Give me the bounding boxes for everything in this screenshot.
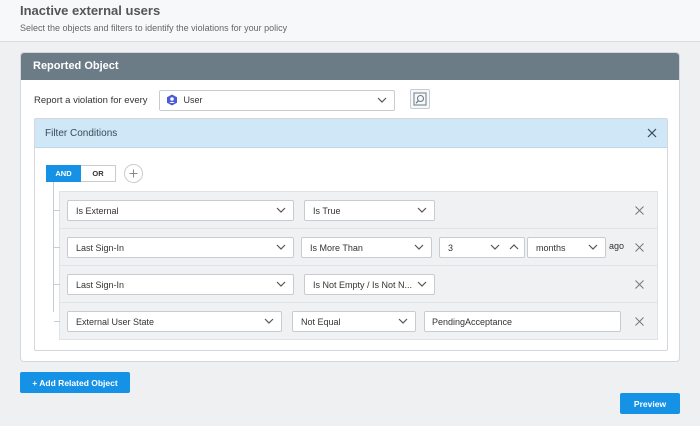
condition-operator-select[interactable]: Not Equal <box>292 311 416 332</box>
chevron-down-icon <box>417 281 427 287</box>
remove-condition-icon[interactable] <box>635 280 644 289</box>
tree-branch <box>54 247 60 248</box>
condition-row: Last Sign-In Is More Than 3 months ago <box>54 229 657 266</box>
tree-branch <box>54 210 60 211</box>
condition-field-value: Last Sign-In <box>76 242 125 253</box>
condition-operator-select[interactable]: Is True <box>304 200 435 221</box>
condition-unit-value: months <box>536 242 566 253</box>
condition-value: 3 <box>448 242 454 253</box>
filter-conditions-header: Filter Conditions <box>35 119 667 148</box>
condition-operator-value: Is Not Empty / Is Not N... <box>313 279 413 290</box>
logic-operator-toggle: AND OR <box>46 165 116 182</box>
tree-branch <box>54 321 60 322</box>
condition-suffix: ago <box>609 241 625 251</box>
report-label: Report a violation for every <box>34 94 148 106</box>
condition-field-value: External User State <box>76 316 155 327</box>
add-related-object-button[interactable]: + Add Related Object <box>20 372 130 393</box>
condition-field-select[interactable]: Last Sign-In <box>67 274 294 295</box>
chevron-down-icon <box>264 318 274 324</box>
page-title: Inactive external users <box>20 3 161 18</box>
condition-value-input[interactable]: PendingAcceptance <box>424 311 621 332</box>
condition-operator-select[interactable]: Is Not Empty / Is Not N... <box>304 274 435 295</box>
chevron-down-icon[interactable] <box>490 243 500 251</box>
condition-field-select[interactable]: External User State <box>67 311 282 332</box>
condition-operator-value: Is True <box>313 205 341 216</box>
object-select[interactable]: User <box>158 89 395 111</box>
condition-field-value: Last Sign-In <box>76 279 125 290</box>
or-toggle[interactable]: OR <box>81 165 116 182</box>
filter-conditions-panel: Filter Conditions AND OR Is External Is … <box>34 118 668 351</box>
remove-condition-icon[interactable] <box>635 206 644 215</box>
condition-operator-value: Is More Than <box>310 242 363 253</box>
chevron-up-icon[interactable] <box>509 243 519 251</box>
chevron-down-icon <box>398 318 408 324</box>
chevron-down-icon <box>276 207 286 213</box>
chevron-down-icon <box>276 281 286 287</box>
add-condition-button[interactable] <box>124 164 143 183</box>
reported-object-title: Reported Object <box>21 53 679 80</box>
condition-operator-select[interactable]: Is More Than <box>301 237 432 258</box>
condition-row: Is External Is True <box>54 192 657 229</box>
condition-operator-value: Not Equal <box>301 316 341 327</box>
user-hexagon-icon <box>166 94 177 106</box>
condition-unit-select[interactable]: months <box>527 237 606 258</box>
chevron-down-icon <box>414 244 424 250</box>
page-subtitle: Select the objects and filters to identi… <box>20 23 288 33</box>
condition-row: External User State Not Equal PendingAcc… <box>54 303 657 340</box>
preview-object-icon <box>413 92 427 106</box>
remove-condition-icon[interactable] <box>635 317 644 326</box>
plus-icon <box>129 169 138 178</box>
conditions-list: Is External Is True Last Sign-In Is More… <box>54 191 658 340</box>
filter-conditions-title: Filter Conditions <box>45 128 118 139</box>
reported-object-card: Reported Object Report a violation for e… <box>20 52 680 362</box>
report-row: Report a violation for every User <box>34 89 454 111</box>
page-header: Inactive external users Select the objec… <box>0 0 700 42</box>
condition-field-select[interactable]: Last Sign-In <box>67 237 294 258</box>
condition-field-value: Is External <box>76 205 119 216</box>
preview-object-button[interactable] <box>410 89 430 109</box>
remove-condition-icon[interactable] <box>635 243 644 252</box>
chevron-down-icon <box>417 207 427 213</box>
tree-branch <box>54 284 60 285</box>
chevron-down-icon <box>377 97 386 103</box>
chevron-down-icon <box>588 244 598 250</box>
close-icon[interactable] <box>647 128 657 138</box>
and-toggle[interactable]: AND <box>46 165 81 182</box>
condition-row: Last Sign-In Is Not Empty / Is Not N... <box>54 266 657 303</box>
chevron-down-icon <box>276 244 286 250</box>
condition-value-stepper[interactable]: 3 <box>439 237 525 258</box>
condition-field-select[interactable]: Is External <box>67 200 294 221</box>
object-select-value: User <box>183 95 203 105</box>
preview-button[interactable]: Preview <box>620 393 680 414</box>
